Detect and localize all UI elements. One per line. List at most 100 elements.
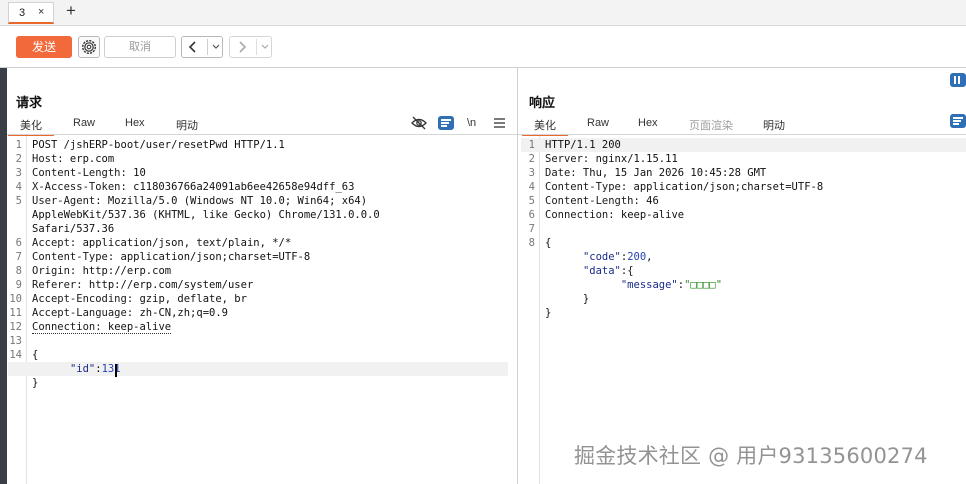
wrap-icon[interactable] — [438, 116, 454, 130]
tab-hex[interactable]: Hex — [125, 117, 145, 129]
tab-render[interactable]: 明动 — [763, 117, 785, 133]
code-line[interactable]: 13 — [8, 334, 508, 348]
code-line[interactable]: "message":"□□□□" — [521, 278, 966, 292]
code-line[interactable]: } — [8, 376, 508, 390]
line-number: 3 — [528, 167, 535, 179]
code-line[interactable]: 7 Content-Type: application/json;charset=… — [8, 250, 508, 264]
header-name: Content-Type: — [545, 181, 628, 193]
code-line[interactable]: 1 HTTP/1.1 200 — [521, 138, 966, 152]
header-name: Content-Length: — [545, 195, 640, 207]
code-line[interactable]: 9 Referer: http://erp.com/system/user — [8, 278, 508, 292]
response-editor[interactable]: 1 HTTP/1.1 200 2 Server: nginx/1.15.11 3 Date… — [521, 138, 966, 484]
code-line[interactable]: 10 Accept-Encoding: gzip, deflate, br — [8, 292, 508, 306]
header-value: Thu, 15 Jan 2026 10:45:28 GMT — [576, 167, 767, 179]
code-line[interactable]: "code":200, — [521, 250, 966, 264]
code-text: } — [32, 377, 39, 389]
panel-layout-icon[interactable] — [950, 73, 966, 87]
line-number: 13 — [9, 335, 22, 347]
tab-hex[interactable]: Hex — [638, 117, 658, 129]
response-title: 响应 — [529, 95, 556, 110]
header-name: Connection: — [545, 209, 615, 221]
header-value: Mozilla/5.0 (Windows NT 10.0; Win64; x64… — [101, 195, 368, 207]
code-line[interactable]: 2 Host: erp.com — [8, 152, 508, 166]
code-line[interactable]: "data":{ — [521, 264, 966, 278]
cancel-button[interactable]: 取消 — [104, 36, 176, 58]
line-number: 14 — [9, 349, 22, 361]
tab-pretty[interactable]: 美化 — [8, 117, 54, 136]
header-name: Host: — [32, 153, 64, 165]
settings-button[interactable] — [78, 36, 100, 58]
code-line[interactable]: AppleWebKit/537.36 (KHTML, like Gecko) C… — [8, 208, 508, 222]
code-line[interactable]: "id":131 — [8, 362, 508, 376]
toolbar: 发送 取消 — [0, 26, 966, 68]
line-number: 2 — [15, 153, 22, 165]
request-title: 请求 — [16, 95, 43, 110]
code-line[interactable]: 8{ — [521, 236, 966, 250]
header-value: 10 — [126, 167, 146, 179]
close-tab-icon[interactable]: × — [38, 6, 44, 18]
code-line[interactable]: 6 Connection: keep-alive — [521, 208, 966, 222]
tab-pretty[interactable]: 美化 — [522, 117, 568, 136]
code-line[interactable]: 4 X-Access-Token: c118036766a24091ab6ee42… — [8, 180, 508, 194]
line-number: 1 — [528, 139, 535, 151]
header-name: Accept-Encoding: — [32, 293, 134, 305]
tab-raw[interactable]: Raw — [73, 117, 95, 129]
code-line[interactable]: 14 { — [8, 348, 508, 362]
add-tab-icon[interactable]: + — [66, 1, 76, 21]
line-number: 8 — [528, 237, 535, 249]
tab-render[interactable]: 明动 — [176, 117, 198, 133]
code-line[interactable]: 5 User-Agent: Mozilla/5.0 (Windows NT 10.… — [8, 194, 508, 208]
code-line[interactable]: 7 — [521, 222, 966, 236]
header-name: X-Access-Token: — [32, 181, 127, 193]
header-value: application/json;charset=UTF-8 — [627, 181, 824, 193]
request-tab-bar: 3 × + — [0, 0, 966, 26]
code-line[interactable]: 12 Connection: keep-alive — [8, 320, 508, 334]
chevron-down-icon[interactable] — [209, 37, 223, 57]
header-name: Date: — [545, 167, 577, 179]
header-value: c118036766a24091ab6ee42658e94dff_63 — [126, 181, 355, 193]
chevron-left-icon — [188, 41, 196, 53]
code-text: "id":131 — [69, 363, 121, 375]
request-tabs-underline — [7, 134, 517, 135]
line-number: 3 — [15, 167, 22, 179]
line-number: 4 — [528, 181, 535, 193]
code-line[interactable]: Safari/537.36 — [8, 222, 508, 236]
header-name: Content-Length: — [32, 167, 127, 179]
wrap-icon[interactable] — [950, 114, 966, 128]
forward-button-group[interactable] — [229, 36, 272, 58]
tab-page-render[interactable]: 页面渲染 — [689, 117, 733, 133]
eye-off-icon[interactable] — [411, 116, 427, 130]
tab-label: 3 — [19, 7, 26, 19]
back-button-group[interactable] — [181, 36, 223, 58]
header-value: keep-alive — [101, 321, 172, 334]
request-tab[interactable]: 3 × — [8, 2, 54, 24]
code-line[interactable]: 2 Server: nginx/1.15.11 — [521, 152, 966, 166]
code-line[interactable]: 4 Content-Type: application/json;charset=… — [521, 180, 966, 194]
menu-icon[interactable] — [494, 118, 505, 128]
header-name: Accept-Language: — [32, 307, 134, 319]
code-text: "code":200, — [582, 251, 653, 263]
code-line[interactable]: 3 Content-Length: 10 — [8, 166, 508, 180]
code-line[interactable]: 5 Content-Length: 46 — [521, 194, 966, 208]
chevron-right-icon — [239, 41, 247, 53]
line-number: 9 — [15, 279, 22, 291]
header-value: http://erp.com — [76, 265, 172, 277]
line-number: 8 — [15, 265, 22, 277]
code-line[interactable]: 3 Date: Thu, 15 Jan 2026 10:45:28 GMT — [521, 166, 966, 180]
code-line[interactable]: 8 Origin: http://erp.com — [8, 264, 508, 278]
line-number: 6 — [528, 209, 535, 221]
code-line[interactable]: 6 Accept: application/json, text/plain, *… — [8, 236, 508, 250]
chevron-down-icon[interactable] — [258, 37, 272, 57]
code-line[interactable]: 1 POST /jshERP-boot/user/resetPwd HTTP/1.… — [8, 138, 508, 152]
newline-toggle[interactable]: \n — [467, 117, 476, 129]
line-number: 7 — [15, 251, 22, 263]
code-line[interactable]: } — [521, 306, 966, 320]
send-button[interactable]: 发送 — [16, 36, 72, 58]
line-number: 10 — [9, 293, 22, 305]
tab-raw[interactable]: Raw — [587, 117, 609, 129]
response-view-tabs: 美化 Raw Hex 页面渲染 明动 — [518, 113, 966, 136]
text-cursor — [115, 364, 117, 377]
code-line[interactable]: 11 Accept-Language: zh-CN,zh;q=0.9 — [8, 306, 508, 320]
request-editor[interactable]: 1 POST /jshERP-boot/user/resetPwd HTTP/1.… — [8, 138, 516, 484]
code-line[interactable]: } — [521, 292, 966, 306]
